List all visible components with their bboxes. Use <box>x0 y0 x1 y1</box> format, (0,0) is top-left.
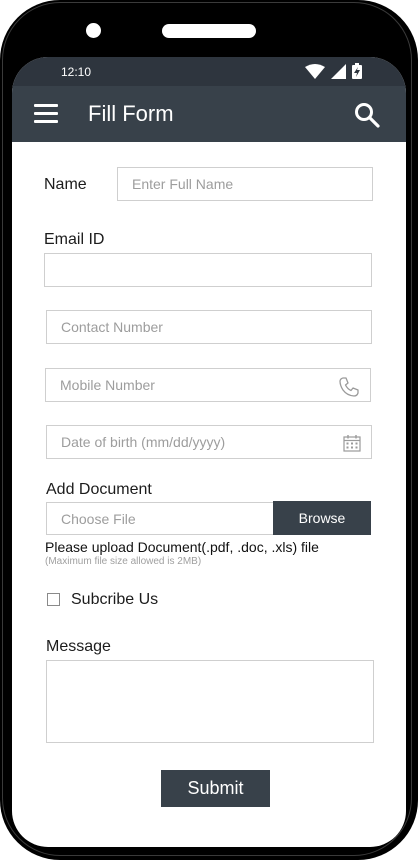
choose-file-input[interactable]: Choose File <box>46 502 274 535</box>
email-label: Email ID <box>44 231 105 248</box>
subscribe-label[interactable]: Subcribe Us <box>71 591 158 609</box>
contact-number-placeholder: Contact Number <box>61 319 163 335</box>
date-of-birth-input[interactable]: Date of birth (mm/dd/yyyy) <box>46 425 372 459</box>
email-input[interactable] <box>44 253 372 287</box>
search-icon[interactable] <box>354 102 380 128</box>
status-icons <box>305 63 362 79</box>
wifi-icon <box>305 63 325 79</box>
name-label: Name <box>44 176 87 193</box>
app-bar: Fill Form <box>12 86 406 142</box>
subscribe-checkbox[interactable] <box>47 593 60 606</box>
mobile-number-placeholder: Mobile Number <box>60 377 155 393</box>
phone-screen: 12:10 Fill Form Name Enter Full Name Ema… <box>12 57 406 847</box>
earpiece-speaker <box>162 24 256 38</box>
upload-instruction: Please upload Document(.pdf, .doc, .xls)… <box>45 539 319 555</box>
battery-charging-icon <box>352 63 362 79</box>
choose-file-placeholder: Choose File <box>61 510 136 527</box>
name-input[interactable]: Enter Full Name <box>117 167 373 201</box>
phone-icon <box>339 377 359 397</box>
name-placeholder: Enter Full Name <box>132 176 234 192</box>
status-time: 12:10 <box>61 65 92 79</box>
signal-icon <box>331 63 346 79</box>
calendar-icon[interactable] <box>343 434 361 452</box>
submit-button[interactable]: Submit <box>161 770 270 807</box>
upload-size-note: (Maximum file size allowed is 2MB) <box>45 556 202 567</box>
hamburger-menu-icon[interactable] <box>34 104 58 124</box>
browse-button[interactable]: Browse <box>273 501 371 535</box>
message-label: Message <box>46 638 111 655</box>
message-textarea[interactable] <box>46 660 374 743</box>
date-of-birth-placeholder: Date of birth (mm/dd/yyyy) <box>61 434 226 450</box>
phone-frame: 12:10 Fill Form Name Enter Full Name Ema… <box>0 0 418 860</box>
mobile-number-input[interactable]: Mobile Number <box>45 368 371 402</box>
add-document-label: Add Document <box>46 481 152 498</box>
contact-number-input[interactable]: Contact Number <box>46 310 372 344</box>
status-bar: 12:10 <box>12 57 406 86</box>
front-camera <box>86 23 101 38</box>
page-title: Fill Form <box>88 101 174 126</box>
